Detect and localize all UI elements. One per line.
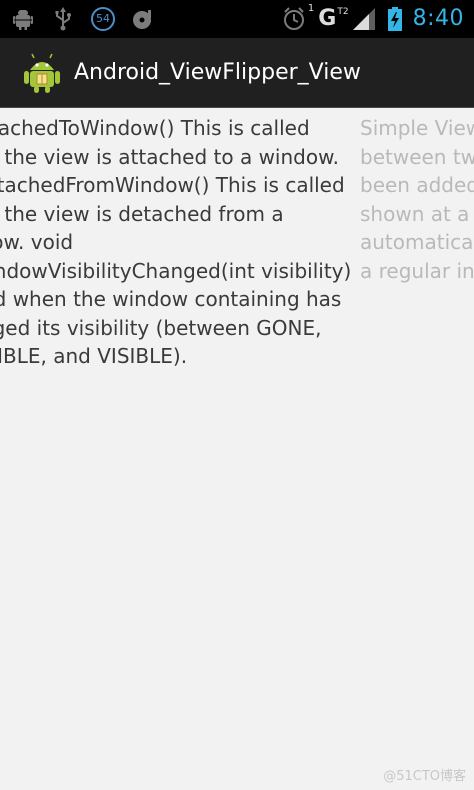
android-debug-icon xyxy=(10,6,36,32)
watermark: @51CTO博客 xyxy=(383,769,466,784)
flipper-page-current: onAttachedToWindow() This is called when… xyxy=(0,108,352,371)
system-status: 1 G T2 8:40 xyxy=(282,0,464,38)
android-robot-icon[interactable] xyxy=(20,50,64,94)
flipper-page-next: Simple ViewAnimator that will animate be… xyxy=(360,108,474,285)
usb-icon xyxy=(50,6,76,32)
signal-icon xyxy=(351,6,377,32)
notification-count: 54 xyxy=(96,12,110,25)
battery-charging-icon xyxy=(387,6,403,32)
view-flipper[interactable]: onAttachedToWindow() This is called when… xyxy=(0,108,474,790)
flipper-track: onAttachedToWindow() This is called when… xyxy=(0,108,474,790)
status-bar: 54 1 G T2 8:40 xyxy=(0,0,474,38)
notification-badge-icon: 54 xyxy=(90,6,116,32)
sim-indicator: 1 xyxy=(307,3,315,14)
clock: 8:40 xyxy=(412,6,464,31)
alarm-icon: 1 xyxy=(282,3,314,32)
next-page-text: Simple ViewAnimator that will animate be… xyxy=(360,116,474,283)
notification-icons: 54 xyxy=(10,6,156,32)
network-badge: T2 xyxy=(337,7,349,17)
disk-sync-icon xyxy=(130,6,156,32)
action-bar: Android_ViewFlipper_View xyxy=(0,38,474,108)
network-type: G T2 xyxy=(318,6,348,32)
app-title: Android_ViewFlipper_View xyxy=(74,60,361,85)
network-type-label: G xyxy=(318,6,337,31)
current-page-text: onAttachedToWindow() This is called when… xyxy=(0,116,352,368)
